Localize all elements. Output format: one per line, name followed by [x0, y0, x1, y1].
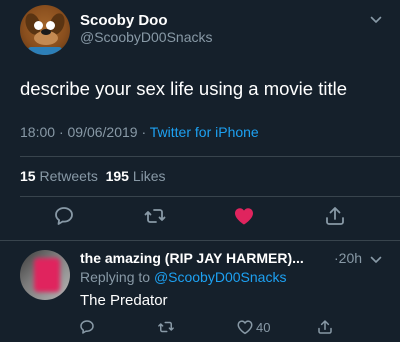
reply-action-bar: 40 [0, 318, 400, 340]
like-button[interactable] [232, 204, 256, 228]
divider [20, 156, 400, 157]
share-icon [326, 207, 344, 225]
reply-text: The Predator [80, 292, 168, 309]
avatar-eye-left [34, 21, 43, 30]
reply-icon [80, 320, 94, 334]
chevron-down-icon[interactable] [370, 14, 382, 26]
reply-author-display-name[interactable]: the amazing (RIP JAY HARMER)... [80, 250, 304, 266]
likes-label: Likes [132, 168, 166, 184]
tweet-stats: 15 Retweets 195 Likes [20, 168, 166, 184]
divider [20, 196, 400, 197]
retweet-icon [144, 209, 166, 223]
tweet-detail-page: Scooby Doo @ScoobyD00Snacks describe you… [0, 0, 400, 342]
avatar-nose [41, 29, 51, 35]
share-icon [318, 320, 332, 334]
avatar[interactable] [20, 5, 70, 55]
like-button[interactable] [236, 318, 254, 336]
tweet-time: 18:00 [20, 124, 56, 140]
author-display-name[interactable]: Scooby Doo [80, 12, 168, 29]
reply-button[interactable] [78, 318, 96, 336]
retweet-button[interactable] [157, 318, 175, 336]
avatar-redaction [34, 258, 60, 292]
tweet-source-link[interactable]: Twitter for iPhone [150, 124, 259, 140]
likes-stat[interactable]: 195 Likes [106, 168, 166, 184]
tweet-meta: 18:00 · 09/06/2019 · Twitter for iPhone [20, 124, 259, 140]
author-handle[interactable]: @ScoobyD00Snacks [80, 29, 213, 45]
reply-avatar[interactable] [20, 250, 70, 300]
heart-icon [237, 320, 253, 335]
likes-count: 195 [105, 168, 129, 184]
share-button[interactable] [323, 204, 347, 228]
divider [0, 240, 400, 241]
meta-separator: · [58, 124, 64, 140]
replying-to: Replying to @ScoobyD00Snacks [80, 269, 286, 285]
reply-icon [55, 207, 73, 225]
replying-prefix: Replying to [80, 269, 151, 285]
reply-time: ·20h [334, 250, 363, 266]
retweets-count: 15 [20, 168, 36, 184]
meta-separator: · [141, 124, 147, 140]
tweet-date: 09/06/2019 [67, 124, 138, 140]
chevron-down-icon[interactable] [370, 254, 382, 266]
heart-icon [235, 208, 253, 225]
tweet-action-bar [0, 204, 400, 234]
retweets-label: Retweets [39, 168, 98, 184]
reply-like-count: 40 [256, 320, 271, 335]
retweet-icon [158, 321, 174, 333]
share-button[interactable] [316, 318, 334, 336]
retweet-button[interactable] [143, 204, 167, 228]
retweets-stat[interactable]: 15 Retweets [20, 168, 98, 184]
reply-button[interactable] [52, 204, 76, 228]
avatar-collar [28, 47, 62, 55]
replying-to-mention[interactable]: @ScoobyD00Snacks [154, 269, 287, 285]
tweet-text: describe your sex life using a movie tit… [20, 78, 347, 99]
